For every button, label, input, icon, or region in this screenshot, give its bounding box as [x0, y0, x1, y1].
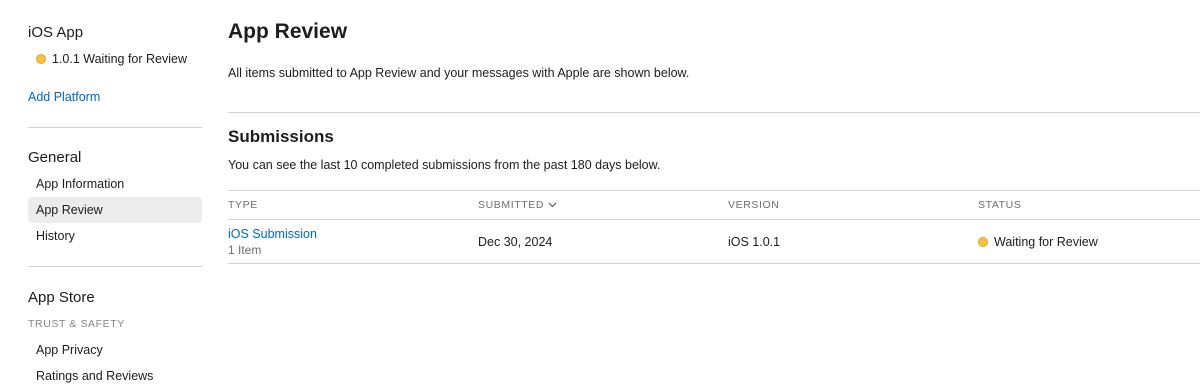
- column-header-submitted[interactable]: SUBMITTED: [478, 199, 557, 211]
- table-top-border: [228, 190, 1200, 191]
- status-dot-icon: [36, 54, 46, 64]
- app-title: iOS App: [28, 24, 84, 41]
- sidebar-item-app-information[interactable]: App Information: [28, 171, 202, 197]
- column-header-version: VERSION: [728, 199, 780, 211]
- submissions-description: You can see the last 10 completed submis…: [228, 158, 661, 172]
- submission-version: iOS 1.0.1: [728, 235, 781, 249]
- submission-item-count: 1 Item: [228, 243, 262, 257]
- sidebar: iOS App 1.0.1 Waiting for Review Add Pla…: [0, 0, 215, 389]
- column-header-status: STATUS: [978, 199, 1022, 211]
- submissions-title: Submissions: [228, 127, 334, 146]
- chevron-down-icon: [548, 200, 557, 210]
- column-header-type: TYPE: [228, 199, 258, 211]
- sidebar-item-ratings-and-reviews[interactable]: Ratings and Reviews: [28, 363, 202, 389]
- app-store-heading: App Store: [28, 289, 95, 306]
- section-divider: [228, 112, 1200, 113]
- table-row-border: [228, 263, 1200, 264]
- table-header-border: [228, 219, 1200, 220]
- submission-type-link[interactable]: iOS Submission: [228, 227, 317, 241]
- submission-status-label: Waiting for Review: [994, 235, 1098, 249]
- trust-safety-caption: TRUST & SAFETY: [28, 318, 125, 330]
- page-description: All items submitted to App Review and yo…: [228, 66, 690, 80]
- column-header-submitted-label: SUBMITTED: [478, 199, 545, 211]
- version-status[interactable]: 1.0.1 Waiting for Review: [36, 52, 187, 66]
- sidebar-item-app-privacy[interactable]: App Privacy: [28, 337, 202, 363]
- page-title: App Review: [228, 20, 348, 43]
- main-content: App Review All items submitted to App Re…: [228, 0, 1200, 389]
- sidebar-item-app-review[interactable]: App Review: [28, 197, 202, 223]
- submission-status: Waiting for Review: [978, 235, 1098, 249]
- status-dot-icon: [978, 237, 988, 247]
- sidebar-divider: [28, 266, 202, 267]
- version-status-label: 1.0.1 Waiting for Review: [52, 52, 188, 66]
- sidebar-divider: [28, 127, 202, 128]
- add-platform-link[interactable]: Add Platform: [28, 90, 100, 104]
- general-heading: General: [28, 149, 82, 166]
- sidebar-item-history[interactable]: History: [28, 223, 202, 249]
- submission-date: Dec 30, 2024: [478, 235, 553, 249]
